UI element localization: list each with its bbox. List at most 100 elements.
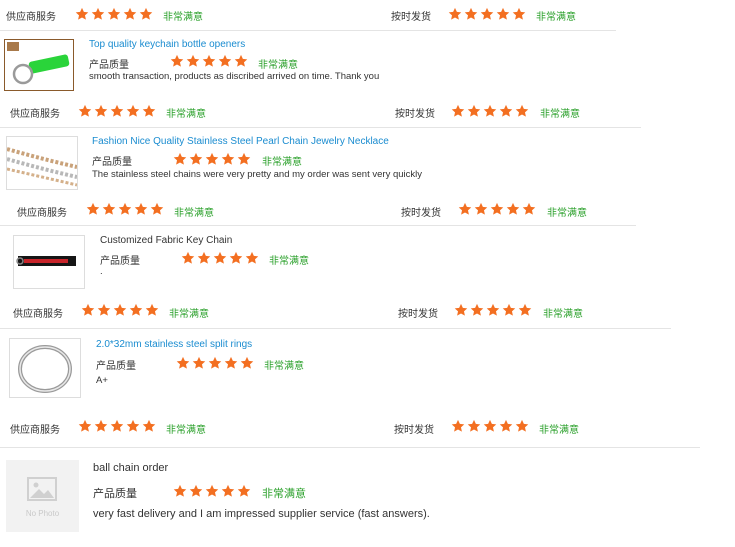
on-time-delivery-label: 按时发货 <box>394 425 434 436</box>
star-icon <box>134 202 148 216</box>
fabric-key-chain-image <box>14 236 84 288</box>
supplier-service-satisfaction: 非常满意 <box>169 309 209 320</box>
product-thumbnail[interactable] <box>4 39 74 91</box>
review-2-product-quality-stars <box>173 152 251 166</box>
star-icon <box>94 419 108 433</box>
divider <box>0 30 616 31</box>
supplier-service-label: 供应商服务 <box>6 12 56 23</box>
product-thumbnail[interactable] <box>6 136 78 190</box>
supplier-service-label: 供应商服务 <box>10 109 60 120</box>
star-icon <box>483 419 497 433</box>
star-icon <box>486 303 500 317</box>
star-icon <box>150 202 164 216</box>
star-icon <box>113 303 127 317</box>
review-5-product-quality-satisfaction: 非常满意 <box>262 488 306 500</box>
star-icon <box>142 419 156 433</box>
review-5-comment: very fast delivery and I am impressed su… <box>93 508 430 520</box>
review-1-product-quality-satisfaction: 非常满意 <box>258 60 298 71</box>
star-icon <box>110 419 124 433</box>
star-icon <box>451 104 465 118</box>
star-icon <box>458 202 472 216</box>
star-icon <box>464 7 478 21</box>
supplier-service-label: 供应商服务 <box>10 425 60 436</box>
star-icon <box>139 7 153 21</box>
supplier-service-satisfaction: 非常满意 <box>174 208 214 219</box>
split-ring-image <box>10 339 80 397</box>
image-placeholder-icon <box>27 477 57 501</box>
product-thumbnail[interactable] <box>9 338 81 398</box>
star-icon <box>213 251 227 265</box>
star-icon <box>78 104 92 118</box>
star-icon <box>448 7 462 21</box>
star-icon <box>221 152 235 166</box>
star-icon <box>129 303 143 317</box>
supplier-service-satisfaction: 非常满意 <box>166 425 206 436</box>
star-icon <box>483 104 497 118</box>
on-time-delivery-satisfaction: 非常满意 <box>547 208 587 219</box>
star-icon <box>170 54 184 68</box>
star-icon <box>218 54 232 68</box>
star-icon <box>181 251 195 265</box>
star-icon <box>474 202 488 216</box>
review-3-comment: . <box>100 266 103 277</box>
star-icon <box>454 303 468 317</box>
bottle-opener-image <box>5 40 73 90</box>
star-icon <box>512 7 526 21</box>
chain-necklace-image <box>7 137 77 189</box>
on-time-delivery-label: 按时发货 <box>391 12 431 23</box>
star-icon <box>496 7 510 21</box>
review-3-product-quality-stars <box>181 251 259 265</box>
supplier-service-label: 供应商服务 <box>17 208 67 219</box>
star-icon <box>78 419 92 433</box>
review-1-comment: smooth transaction, products as discribe… <box>89 71 380 82</box>
star-icon <box>515 104 529 118</box>
star-icon <box>192 356 206 370</box>
on-time-delivery-label: 按时发货 <box>398 309 438 320</box>
star-icon <box>237 152 251 166</box>
star-icon <box>234 54 248 68</box>
review-4-comment: A+ <box>96 375 108 386</box>
on-time-delivery-label: 按时发货 <box>401 208 441 219</box>
on-time-delivery-satisfaction: 非常满意 <box>536 12 576 23</box>
star-icon <box>515 419 529 433</box>
divider <box>0 447 700 448</box>
no-photo-placeholder: No Photo <box>6 460 79 532</box>
no-photo-text: No Photo <box>25 509 60 518</box>
supplier-service-stars <box>75 7 153 21</box>
star-icon <box>467 104 481 118</box>
star-icon <box>467 419 481 433</box>
review-1-product-title[interactable]: Top quality keychain bottle openers <box>89 39 245 50</box>
review-4-product-title[interactable]: 2.0*32mm stainless steel split rings <box>96 339 252 350</box>
supplier-service-satisfaction: 非常满意 <box>163 12 203 23</box>
review-3-product-quality-satisfaction: 非常满意 <box>269 256 309 267</box>
review-2-comment: The stainless steel chains were very pre… <box>92 169 422 180</box>
star-icon <box>522 202 536 216</box>
review-2-product-title[interactable]: Fashion Nice Quality Stainless Steel Pea… <box>92 136 389 147</box>
star-icon <box>110 104 124 118</box>
star-icon <box>490 202 504 216</box>
star-icon <box>86 202 100 216</box>
review-5-product-quality-label: 产品质量 <box>93 488 137 500</box>
review-2-product-quality-label: 产品质量 <box>92 157 132 168</box>
review-4-product-quality-label: 产品质量 <box>96 361 136 372</box>
supplier-service-stars <box>81 303 159 317</box>
review-1-product-quality-stars <box>170 54 248 68</box>
star-icon <box>176 356 190 370</box>
star-icon <box>189 152 203 166</box>
divider <box>0 328 671 329</box>
review-1-product-quality-label: 产品质量 <box>89 60 129 71</box>
on-time-delivery-stars <box>451 419 529 433</box>
star-icon <box>91 7 105 21</box>
star-icon <box>123 7 137 21</box>
star-icon <box>142 104 156 118</box>
star-icon <box>126 104 140 118</box>
star-icon <box>221 484 235 498</box>
product-thumbnail[interactable] <box>13 235 85 289</box>
on-time-delivery-stars <box>448 7 526 21</box>
review-3-product-title[interactable]: Customized Fabric Key Chain <box>100 235 232 246</box>
star-icon <box>480 7 494 21</box>
star-icon <box>97 303 111 317</box>
supplier-service-label: 供应商服务 <box>13 309 63 320</box>
review-5-product-title[interactable]: ball chain order <box>93 462 168 474</box>
star-icon <box>81 303 95 317</box>
